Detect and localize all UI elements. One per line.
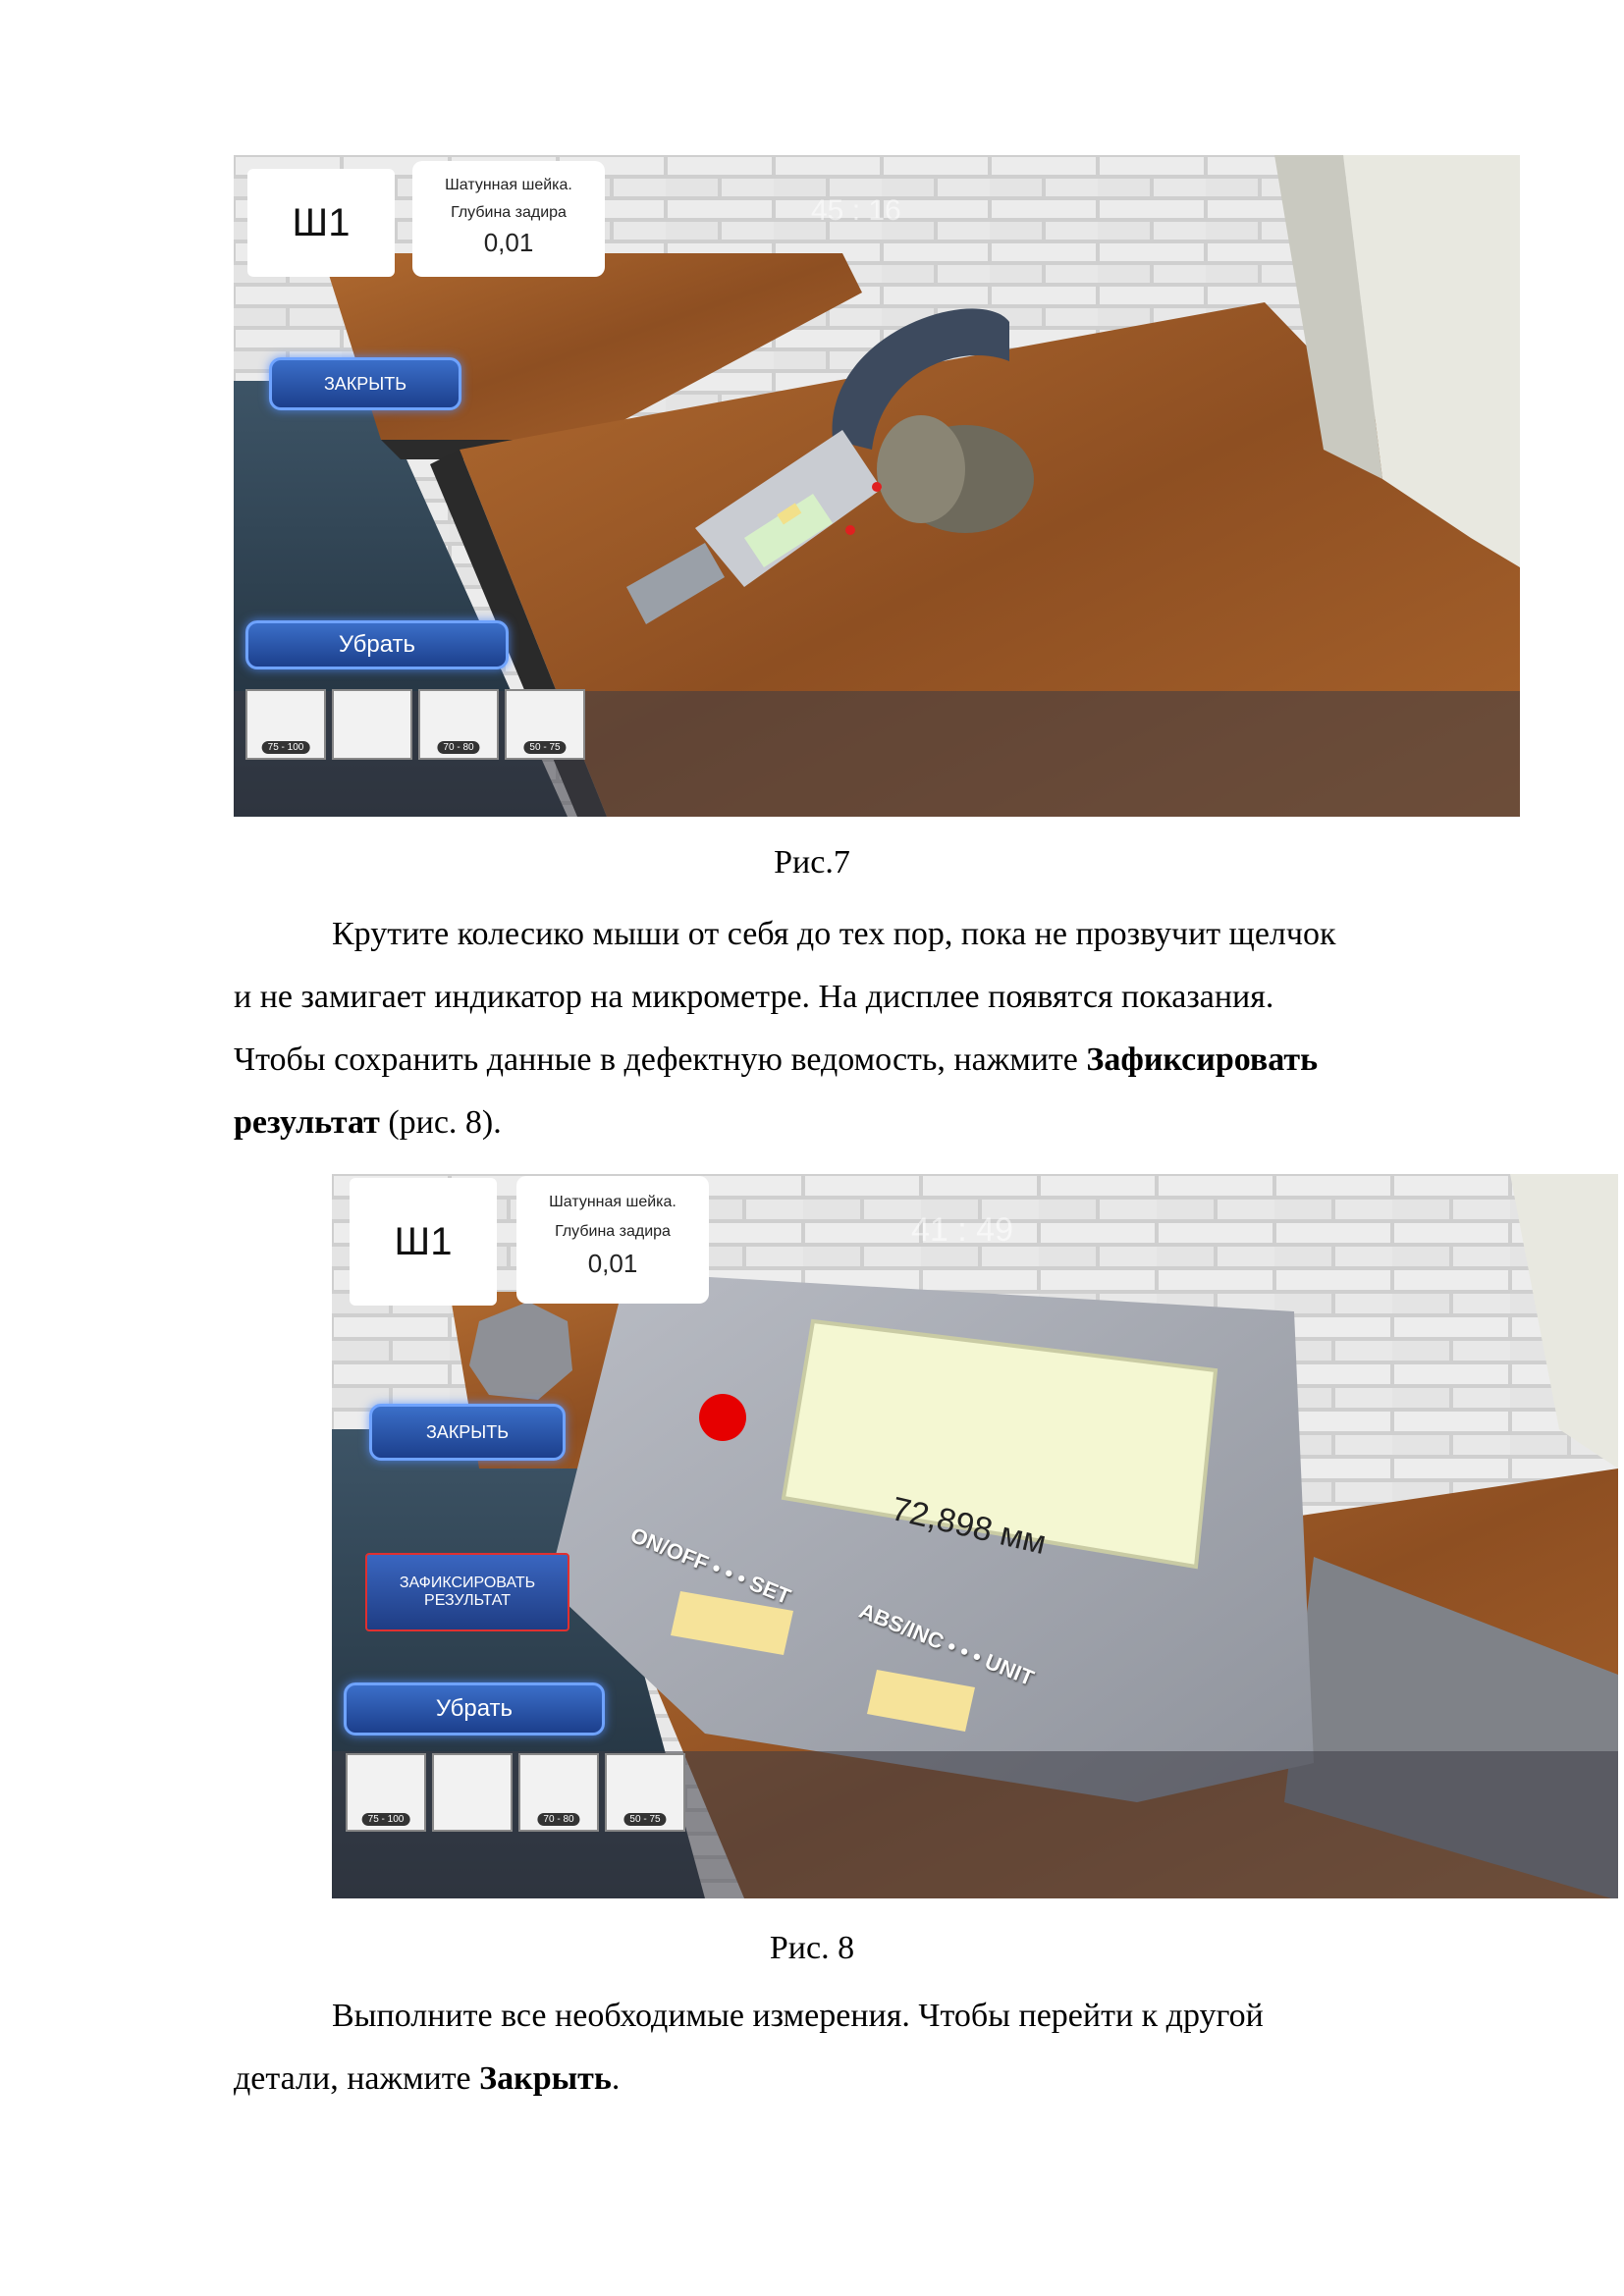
paragraph-bold-term: Закрыть xyxy=(479,2060,612,2097)
caption-figure-7: Рис.7 xyxy=(774,844,850,881)
paragraph-text: . xyxy=(611,2060,621,2097)
defect-info-box: Шатунная шейка. Глубина задира 0,01 xyxy=(412,161,605,277)
info-subtitle: Глубина задира xyxy=(451,204,567,221)
figure-8-screenshot: 72,898 мм ON/OFF • • • SET ABS/INC • • •… xyxy=(332,1174,1618,1898)
paragraph-bold-term: результат xyxy=(234,1104,380,1141)
info-title: Шатунная шейка. xyxy=(549,1194,677,1210)
tool-slot-bore-gauge-70-80[interactable]: 70 - 80 xyxy=(418,689,499,760)
close-button[interactable]: ЗАКРЫТЬ xyxy=(369,1404,566,1461)
paragraph-line: Чтобы сохранить данные в дефектную ведом… xyxy=(234,1029,1494,1092)
tool-slot-range: 70 - 80 xyxy=(537,1813,580,1826)
info-value: 0,01 xyxy=(587,1249,638,1278)
tool-slot-bore-gauge-70-80[interactable]: 70 - 80 xyxy=(518,1753,599,1832)
paragraph-bold-term: Зафиксировать xyxy=(1086,1041,1319,1078)
remove-button-label: Убрать xyxy=(338,631,416,658)
tool-slot-indicator[interactable] xyxy=(432,1753,513,1832)
timer: 45 : 16 xyxy=(811,194,901,227)
tool-slot-micrometer-75-100[interactable]: 75 - 100 xyxy=(245,689,326,760)
info-value: 0,01 xyxy=(483,228,534,257)
paragraph-line: Крутите колесико мыши от себя до тех пор… xyxy=(332,916,1336,952)
part-code: Ш1 xyxy=(292,200,351,244)
tool-slot-micrometer-75-100[interactable]: 75 - 100 xyxy=(346,1753,426,1832)
instruction-paragraph-2: Выполните все необходимые измерения. Что… xyxy=(234,1985,1494,2110)
tool-slot-range: 50 - 75 xyxy=(523,741,567,754)
defect-info-box: Шатунная шейка. Глубина задира 0,01 xyxy=(516,1176,709,1304)
close-button-label: ЗАКРЫТЬ xyxy=(425,1421,510,1442)
part-code-box: Ш1 xyxy=(247,169,395,277)
close-button-label: ЗАКРЫТЬ xyxy=(323,373,407,394)
tool-slot-micrometer-50-75[interactable]: 50 - 75 xyxy=(505,689,585,760)
figure-7-screenshot: Ш1 Шатунная шейка. Глубина задира 0,01 4… xyxy=(234,155,1520,817)
fix-result-label-line1: ЗАФИКСИРОВАТЬ xyxy=(399,1575,536,1591)
tool-slot-indicator[interactable] xyxy=(332,689,412,760)
tool-slot-range: 75 - 100 xyxy=(361,1813,410,1826)
paragraph-text: детали, нажмите xyxy=(234,2060,480,2097)
tool-slot-range: 75 - 100 xyxy=(261,741,310,754)
remove-button[interactable]: Убрать xyxy=(245,620,509,669)
paragraph-text: Чтобы сохранить данные в дефектную ведом… xyxy=(234,1041,1087,1078)
paragraph-line: и не замигает индикатор на микрометре. Н… xyxy=(234,979,1274,1015)
fix-result-button[interactable]: ЗАФИКСИРОВАТЬ РЕЗУЛЬТАТ xyxy=(365,1553,569,1631)
paragraph-line: Выполните все необходимые измерения. Что… xyxy=(332,1998,1264,2034)
instruction-paragraph-1: Крутите колесико мыши от себя до тех пор… xyxy=(234,903,1494,1154)
info-subtitle: Глубина задира xyxy=(555,1223,671,1240)
remove-button-label: Убрать xyxy=(435,1695,514,1722)
tool-slot-range: 70 - 80 xyxy=(437,741,480,754)
timer: 41 : 49 xyxy=(911,1211,1013,1249)
paragraph-text: (рис. 8). xyxy=(379,1104,502,1141)
paragraph-line: результат (рис. 8). xyxy=(234,1092,1494,1154)
tool-slot-micrometer-50-75[interactable]: 50 - 75 xyxy=(605,1753,685,1832)
info-title: Шатунная шейка. xyxy=(445,177,572,193)
paragraph-line: детали, нажмите Закрыть. xyxy=(234,2048,1494,2110)
caption-figure-8: Рис. 8 xyxy=(769,1930,855,1966)
close-button[interactable]: ЗАКРЫТЬ xyxy=(269,357,461,410)
part-code: Ш1 xyxy=(394,1219,453,1263)
tool-slot-range: 50 - 75 xyxy=(623,1813,667,1826)
part-code-box: Ш1 xyxy=(350,1178,497,1306)
fix-result-label-line2: РЕЗУЛЬТАТ xyxy=(424,1592,511,1609)
remove-button[interactable]: Убрать xyxy=(344,1682,605,1735)
